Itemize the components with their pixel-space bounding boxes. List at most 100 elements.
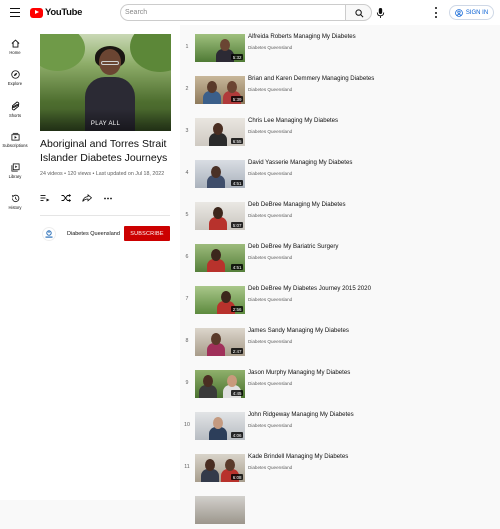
video-index: 7	[185, 296, 189, 302]
channel-avatar[interactable]	[42, 227, 56, 241]
thumbnail-person	[203, 375, 213, 387]
playlist-add-icon	[40, 195, 50, 202]
video-index: 2	[185, 86, 189, 92]
thumbnail-person	[227, 81, 237, 93]
shorts-icon	[11, 101, 19, 111]
diabetes-queensland-logo-icon	[45, 230, 53, 238]
video-duration: 2:47	[231, 348, 243, 354]
video-thumbnail[interactable]: 4:06	[195, 412, 245, 440]
thumbnail-person	[211, 166, 221, 178]
video-channel[interactable]: Diabetes Queensland	[248, 129, 292, 134]
video-title[interactable]: Deb DeBree My Bariatric Surgery	[248, 243, 338, 250]
sidebar-item-label: Library	[8, 174, 22, 179]
thumbnail-person	[220, 39, 230, 51]
video-duration: 4:45	[231, 390, 243, 396]
list-item[interactable]: 7 2:56 Deb DeBree My Diabetes Journey 20…	[180, 277, 500, 319]
sidebar-item-label: Shorts	[8, 113, 22, 118]
video-thumbnail[interactable]: 4:51	[195, 244, 245, 272]
divider	[40, 215, 170, 216]
video-title[interactable]: James Sandy Managing My Diabetes	[248, 327, 349, 334]
playlist-header-panel: PLAY ALL Aboriginal and Torres Strait Is…	[30, 25, 180, 500]
video-channel[interactable]: Diabetes Queensland	[248, 45, 292, 50]
video-channel[interactable]: Diabetes Queensland	[248, 339, 292, 344]
list-item[interactable]: 3 6:55 Chris Lee Managing My Diabetes Di…	[180, 109, 500, 151]
add-to-queue-button[interactable]	[40, 193, 50, 203]
microphone-button[interactable]	[376, 6, 385, 24]
video-channel[interactable]: Diabetes Queensland	[248, 213, 292, 218]
share-button[interactable]	[82, 193, 92, 203]
sign-in-button[interactable]: SIGN IN	[449, 5, 494, 20]
video-index: 11	[184, 464, 190, 470]
video-title[interactable]: Deb DeBree My Diabetes Journey 2015 2020	[248, 285, 371, 292]
video-duration: 4:51	[231, 180, 243, 186]
video-thumbnail[interactable]: 4:51	[195, 160, 245, 188]
search-button[interactable]	[345, 4, 372, 21]
sidebar-item-shorts[interactable]: Shorts	[0, 97, 30, 125]
sidebar-item-home[interactable]: Home	[0, 35, 30, 63]
video-title[interactable]: Deb DeBree Managing My Diabetes	[248, 201, 346, 208]
video-thumbnail[interactable]: 5:07	[195, 202, 245, 230]
shuffle-icon	[61, 194, 71, 202]
sidebar-item-explore[interactable]: Explore	[0, 66, 30, 94]
video-channel[interactable]: Diabetes Queensland	[248, 465, 292, 470]
list-item[interactable]: 2 5:39 Brian and Karen Demmery Managing …	[180, 67, 500, 109]
list-item[interactable]	[180, 487, 500, 529]
video-thumbnail[interactable]: 4:45	[195, 370, 245, 398]
video-duration: 4:06	[231, 432, 243, 438]
video-index: 3	[185, 128, 189, 134]
video-thumbnail[interactable]: 5:32	[195, 34, 245, 62]
video-title[interactable]: Chris Lee Managing My Diabetes	[248, 117, 338, 124]
list-item[interactable]: 4 4:51 David Yasserie Managing My Diabet…	[180, 151, 500, 193]
video-title[interactable]: John Ridgeway Managing My Diabetes	[248, 411, 354, 418]
subscribe-button[interactable]: SUBSCRIBE	[124, 226, 170, 241]
video-title[interactable]: Alfreida Roberts Managing My Diabetes	[248, 33, 356, 40]
sidebar-item-label: Explore	[7, 81, 23, 86]
compass-icon	[10, 70, 20, 79]
list-item[interactable]: 8 2:47 James Sandy Managing My Diabetes …	[180, 319, 500, 361]
video-duration: 5:07	[231, 222, 243, 228]
list-item[interactable]: 6 4:51 Deb DeBree My Bariatric Surgery D…	[180, 235, 500, 277]
video-thumbnail[interactable]: 6:55	[195, 118, 245, 146]
list-item[interactable]: 11 6:08 Kade Brindell Managing My Diabet…	[180, 445, 500, 487]
sidebar-item-library[interactable]: Library	[0, 159, 30, 187]
more-horizontal-icon	[104, 197, 112, 199]
shuffle-button[interactable]	[61, 193, 71, 203]
video-list: 1 5:32 Alfreida Roberts Managing My Diab…	[180, 25, 500, 524]
video-thumbnail[interactable]: 2:56	[195, 286, 245, 314]
video-channel[interactable]: Diabetes Queensland	[248, 381, 292, 386]
sidebar-item-history[interactable]: History	[0, 190, 30, 218]
video-channel[interactable]: Diabetes Queensland	[248, 297, 292, 302]
video-title[interactable]: Brian and Karen Demmery Managing Diabete…	[248, 75, 374, 82]
playlist-thumbnail[interactable]: PLAY ALL	[40, 34, 171, 131]
video-thumbnail[interactable]: 2:47	[195, 328, 245, 356]
channel-name[interactable]: Diabetes Queensland	[67, 231, 120, 237]
youtube-play-icon	[30, 7, 43, 18]
video-channel[interactable]: Diabetes Queensland	[248, 255, 292, 260]
playlist-actions	[40, 193, 113, 203]
video-title[interactable]: Kade Brindell Managing My Diabetes	[248, 453, 348, 460]
list-item[interactable]: 1 5:32 Alfreida Roberts Managing My Diab…	[180, 25, 500, 67]
video-index: 10	[184, 422, 190, 428]
list-item[interactable]: 9 4:45 Jason Murphy Managing My Diabetes…	[180, 361, 500, 403]
video-channel[interactable]: Diabetes Queensland	[248, 171, 292, 176]
video-title[interactable]: Jason Murphy Managing My Diabetes	[248, 369, 350, 376]
logo-text: YouTube	[45, 7, 83, 18]
video-thumbnail[interactable]	[195, 496, 245, 524]
sidebar-item-subscriptions[interactable]: Subscriptions	[0, 128, 30, 156]
search-input[interactable]: Search	[120, 4, 345, 21]
list-item[interactable]: 10 4:06 John Ridgeway Managing My Diabet…	[180, 403, 500, 445]
video-thumbnail[interactable]: 5:39	[195, 76, 245, 104]
thumbnail-person	[213, 123, 223, 135]
search-icon	[355, 9, 364, 18]
more-options-icon[interactable]	[435, 7, 438, 18]
list-item[interactable]: 5 5:07 Deb DeBree Managing My Diabetes D…	[180, 193, 500, 235]
video-thumbnail[interactable]: 6:08	[195, 454, 245, 482]
more-actions-button[interactable]	[103, 193, 113, 203]
video-channel[interactable]: Diabetes Queensland	[248, 87, 292, 92]
youtube-logo[interactable]: YouTube	[30, 7, 82, 18]
video-channel[interactable]: Diabetes Queensland	[248, 423, 292, 428]
thumbnail-person	[227, 375, 237, 387]
play-all-label[interactable]: PLAY ALL	[40, 121, 171, 127]
video-title[interactable]: David Yasserie Managing My Diabetes	[248, 159, 352, 166]
menu-icon[interactable]	[10, 8, 20, 17]
